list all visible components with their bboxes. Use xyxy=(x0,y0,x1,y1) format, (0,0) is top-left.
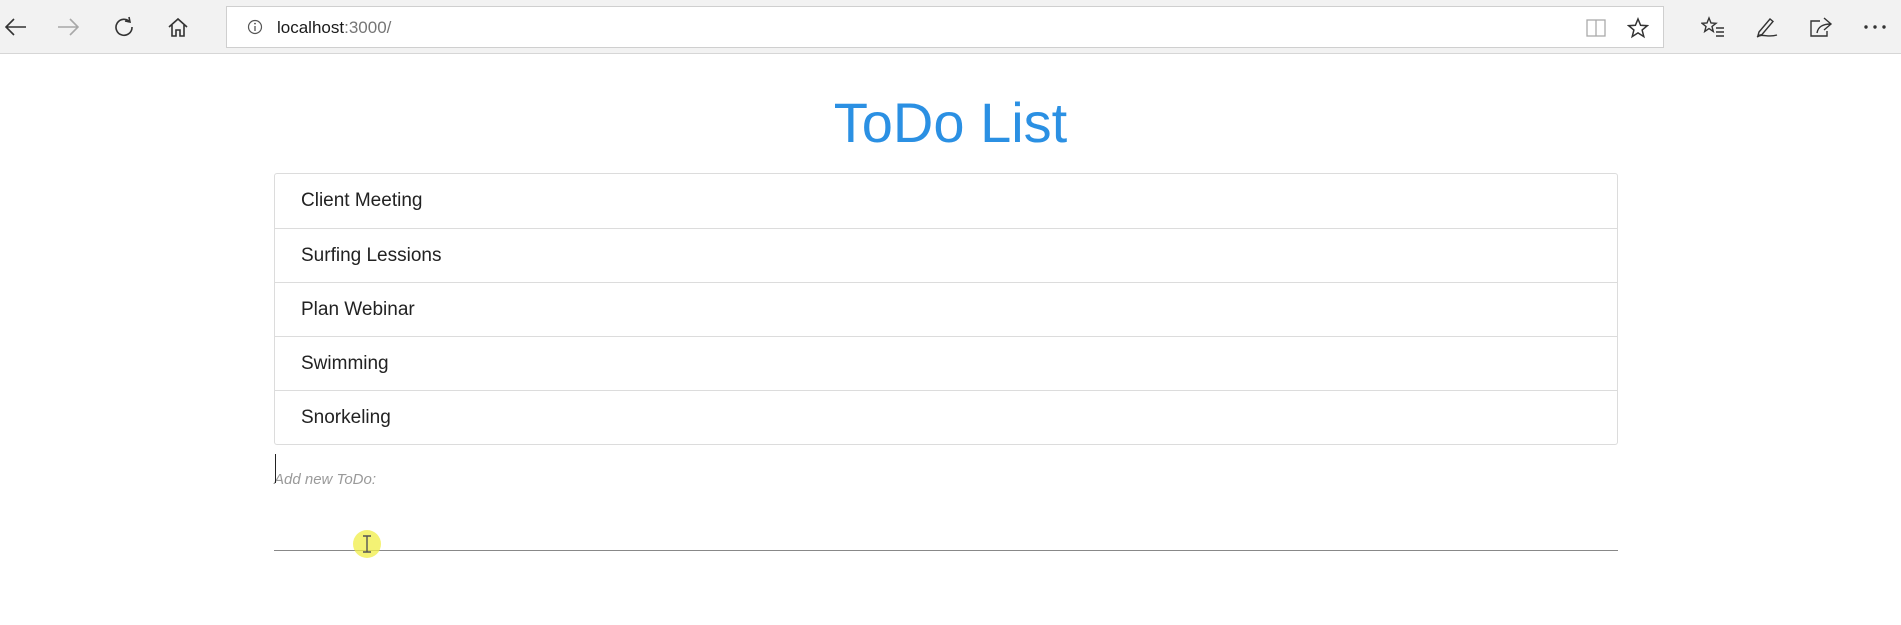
new-todo-label: Add new ToDo: xyxy=(274,471,377,488)
more-button[interactable] xyxy=(1855,8,1895,46)
notes-button[interactable] xyxy=(1747,8,1787,46)
home-icon xyxy=(168,17,188,37)
new-todo-input[interactable] xyxy=(274,501,1618,551)
todo-item[interactable]: Swimming xyxy=(275,336,1617,390)
share-button[interactable] xyxy=(1801,8,1841,46)
todo-item[interactable]: Client Meeting xyxy=(275,174,1617,228)
ibeam-cursor-icon xyxy=(363,535,371,553)
home-button[interactable] xyxy=(158,8,198,46)
info-icon[interactable] xyxy=(247,19,263,35)
address-url[interactable]: localhost:3000/ xyxy=(277,18,391,38)
refresh-button[interactable] xyxy=(104,8,144,46)
pen-icon xyxy=(1756,18,1778,38)
page-title: ToDo List xyxy=(833,91,1068,154)
star-icon[interactable] xyxy=(1626,17,1650,44)
todo-list: Client Meeting Surfing Lessions Plan Web… xyxy=(274,173,1618,445)
todo-item[interactable]: Snorkeling xyxy=(275,390,1617,444)
share-icon xyxy=(1810,17,1833,37)
todo-item[interactable]: Plan Webinar xyxy=(275,282,1617,336)
more-icon xyxy=(1864,25,1886,29)
forward-button[interactable] xyxy=(48,8,88,46)
text-caret xyxy=(275,454,276,483)
url-host: localhost xyxy=(277,18,345,37)
todo-item[interactable]: Surfing Lessions xyxy=(275,228,1617,282)
favorites-list-icon xyxy=(1701,16,1724,37)
address-bar[interactable]: localhost:3000/ xyxy=(226,6,1664,48)
page-content: ToDo List Client Meeting Surfing Lession… xyxy=(0,54,1901,625)
back-arrow-icon xyxy=(5,18,26,36)
back-button[interactable] xyxy=(0,8,36,46)
reading-view-icon[interactable] xyxy=(1585,18,1607,43)
refresh-icon xyxy=(115,16,133,37)
url-port-path: :3000/ xyxy=(344,18,392,37)
forward-arrow-icon xyxy=(58,18,79,36)
browser-toolbar: localhost:3000/ xyxy=(0,0,1901,54)
favorites-hub-button[interactable] xyxy=(1693,8,1733,46)
